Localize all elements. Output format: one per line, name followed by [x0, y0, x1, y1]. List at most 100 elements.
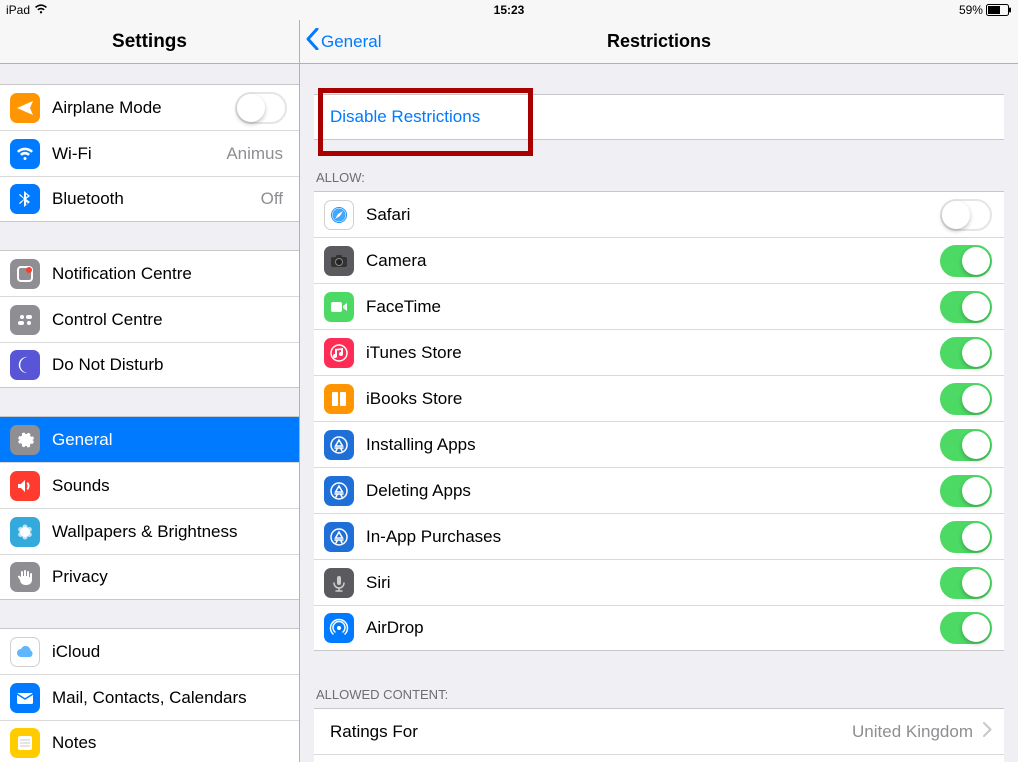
navbar: General Restrictions	[300, 20, 1018, 64]
content-item-music[interactable]: Music & Podcasts Explicit	[314, 754, 1004, 762]
moon-icon	[10, 350, 40, 380]
bluetooth-label: Bluetooth	[52, 189, 261, 209]
siri-label: Siri	[366, 573, 940, 593]
chevron-left-icon	[306, 28, 319, 55]
clock: 15:23	[341, 3, 676, 17]
sidebar-item-control-centre[interactable]: Control Centre	[0, 296, 299, 342]
install-toggle[interactable]	[940, 429, 992, 461]
content-item-ratings[interactable]: Ratings For United Kingdom	[314, 708, 1004, 754]
airplane-label: Airplane Mode	[52, 98, 235, 118]
wifi-detail: Animus	[226, 144, 283, 164]
notification-icon	[10, 259, 40, 289]
sounds-label: Sounds	[52, 476, 287, 496]
allow-item-ibooks: iBooks Store	[314, 375, 1004, 421]
ratings-label: Ratings For	[324, 722, 852, 742]
allow-item-itunes: iTunes Store	[314, 329, 1004, 375]
wifi-status-icon	[34, 3, 48, 17]
sidebar-item-notification-centre[interactable]: Notification Centre	[0, 250, 299, 296]
device-label: iPad	[6, 3, 30, 17]
back-button[interactable]: General	[300, 28, 381, 55]
sidebar-item-privacy[interactable]: Privacy	[0, 554, 299, 600]
airdrop-icon	[324, 613, 354, 643]
status-bar: iPad 15:23 59%	[0, 0, 1018, 20]
allow-header: ALLOW:	[300, 164, 1018, 191]
disable-restrictions-button[interactable]: Disable Restrictions	[314, 94, 1004, 140]
sidebar-title: Settings	[0, 20, 299, 64]
battery-percent: 59%	[959, 3, 983, 17]
airdrop-label: AirDrop	[366, 618, 940, 638]
notes-label: Notes	[52, 733, 287, 753]
icloud-label: iCloud	[52, 642, 287, 662]
sidebar-item-icloud[interactable]: iCloud	[0, 628, 299, 674]
control-centre-label: Control Centre	[52, 310, 287, 330]
delete-label: Deleting Apps	[366, 481, 940, 501]
ibooks-toggle[interactable]	[940, 383, 992, 415]
wifi-icon	[10, 139, 40, 169]
notes-icon	[10, 728, 40, 758]
camera-icon	[324, 246, 354, 276]
camera-label: Camera	[366, 251, 940, 271]
back-label: General	[321, 32, 381, 52]
sidebar-item-mail[interactable]: Mail, Contacts, Calendars	[0, 674, 299, 720]
mail-label: Mail, Contacts, Calendars	[52, 688, 287, 708]
sidebar-item-notes[interactable]: Notes	[0, 720, 299, 762]
allow-item-camera: Camera	[314, 237, 1004, 283]
notification-centre-label: Notification Centre	[52, 264, 287, 284]
airdrop-toggle[interactable]	[940, 612, 992, 644]
airplane-toggle[interactable]	[235, 92, 287, 124]
allow-item-install: Installing Apps	[314, 421, 1004, 467]
iap-label: In-App Purchases	[366, 527, 940, 547]
sidebar-item-airplane[interactable]: Airplane Mode	[0, 84, 299, 130]
appstore-icon	[324, 476, 354, 506]
camera-toggle[interactable]	[940, 245, 992, 277]
sounds-icon	[10, 471, 40, 501]
allow-item-safari: Safari	[314, 191, 1004, 237]
settings-sidebar: Settings Airplane Mode Wi-FiAnimus Bluet…	[0, 20, 300, 762]
sidebar-item-general[interactable]: General	[0, 416, 299, 462]
privacy-label: Privacy	[52, 567, 287, 587]
bluetooth-icon	[10, 184, 40, 214]
sidebar-item-dnd[interactable]: Do Not Disturb	[0, 342, 299, 388]
ibooks-icon	[324, 384, 354, 414]
safari-toggle[interactable]	[940, 199, 992, 231]
ibooks-label: iBooks Store	[366, 389, 940, 409]
sidebar-item-wifi[interactable]: Wi-FiAnimus	[0, 130, 299, 176]
appstore-icon	[324, 522, 354, 552]
restrictions-pane: General Restrictions Disable Restriction…	[300, 20, 1018, 762]
siri-icon	[324, 568, 354, 598]
ratings-detail: United Kingdom	[852, 722, 973, 742]
mail-icon	[10, 683, 40, 713]
facetime-toggle[interactable]	[940, 291, 992, 323]
gear-icon	[10, 425, 40, 455]
allow-item-iap: In-App Purchases	[314, 513, 1004, 559]
delete-toggle[interactable]	[940, 475, 992, 507]
wifi-label: Wi-Fi	[52, 144, 226, 164]
chevron-right-icon	[983, 722, 992, 742]
appstore-icon	[324, 430, 354, 460]
safari-label: Safari	[366, 205, 940, 225]
page-title: Restrictions	[300, 31, 1018, 52]
wallpapers-label: Wallpapers & Brightness	[52, 522, 287, 542]
dnd-label: Do Not Disturb	[52, 355, 287, 375]
siri-toggle[interactable]	[940, 567, 992, 599]
wallpaper-icon	[10, 517, 40, 547]
facetime-icon	[324, 292, 354, 322]
itunes-toggle[interactable]	[940, 337, 992, 369]
disable-restrictions-label: Disable Restrictions	[324, 107, 992, 127]
install-label: Installing Apps	[366, 435, 940, 455]
sidebar-item-bluetooth[interactable]: BluetoothOff	[0, 176, 299, 222]
iap-toggle[interactable]	[940, 521, 992, 553]
allow-item-facetime: FaceTime	[314, 283, 1004, 329]
sidebar-item-sounds[interactable]: Sounds	[0, 462, 299, 508]
cloud-icon	[10, 637, 40, 667]
allow-item-siri: Siri	[314, 559, 1004, 605]
hand-icon	[10, 562, 40, 592]
itunes-label: iTunes Store	[366, 343, 940, 363]
sidebar-item-wallpapers[interactable]: Wallpapers & Brightness	[0, 508, 299, 554]
allow-item-delete: Deleting Apps	[314, 467, 1004, 513]
safari-icon	[324, 200, 354, 230]
bluetooth-detail: Off	[261, 189, 283, 209]
itunes-icon	[324, 338, 354, 368]
facetime-label: FaceTime	[366, 297, 940, 317]
control-centre-icon	[10, 305, 40, 335]
